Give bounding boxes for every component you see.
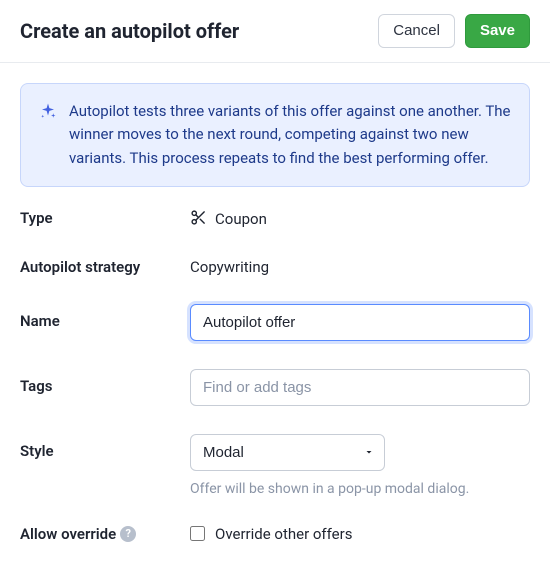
save-button[interactable]: Save (465, 14, 530, 48)
form-content: Autopilot tests three variants of this o… (0, 63, 550, 573)
header-actions: Cancel Save (378, 14, 530, 48)
autopilot-info-text: Autopilot tests three variants of this o… (69, 100, 511, 170)
label-strategy: Autopilot strategy (20, 258, 190, 276)
row-type: Type Coupon (20, 209, 530, 230)
sparkle-icon (39, 100, 57, 170)
row-name: Name (20, 304, 530, 341)
style-helper-text: Offer will be shown in a pop-up modal di… (190, 481, 530, 497)
strategy-text: Copywriting (190, 258, 269, 276)
row-style: Style Modal Offer will be shown in a pop… (20, 434, 530, 497)
row-tags: Tags (20, 369, 530, 406)
override-checkbox[interactable] (190, 526, 205, 541)
type-text: Coupon (215, 210, 267, 228)
page-title: Create an autopilot offer (20, 19, 239, 43)
strategy-value: Copywriting (190, 258, 530, 276)
name-input[interactable] (190, 304, 530, 341)
label-name: Name (20, 304, 190, 330)
autopilot-info-box: Autopilot tests three variants of this o… (20, 83, 530, 187)
scissors-icon (190, 209, 207, 230)
type-value: Coupon (190, 209, 530, 230)
tags-input[interactable] (190, 369, 530, 406)
row-strategy: Autopilot strategy Copywriting (20, 258, 530, 276)
page-header: Create an autopilot offer Cancel Save (0, 0, 550, 62)
label-style: Style (20, 434, 190, 460)
help-icon[interactable]: ? (120, 526, 136, 542)
override-checkbox-label[interactable]: Override other offers (215, 525, 352, 543)
style-select-wrap: Modal (190, 434, 385, 471)
override-checkbox-row: Override other offers (190, 525, 530, 543)
label-override-text: Allow override (20, 525, 116, 543)
label-type: Type (20, 209, 190, 227)
style-select[interactable]: Modal (190, 434, 385, 471)
row-override: Allow override ? Override other offers (20, 525, 530, 543)
cancel-button[interactable]: Cancel (378, 14, 455, 48)
label-tags: Tags (20, 369, 190, 395)
label-override: Allow override ? (20, 525, 190, 543)
